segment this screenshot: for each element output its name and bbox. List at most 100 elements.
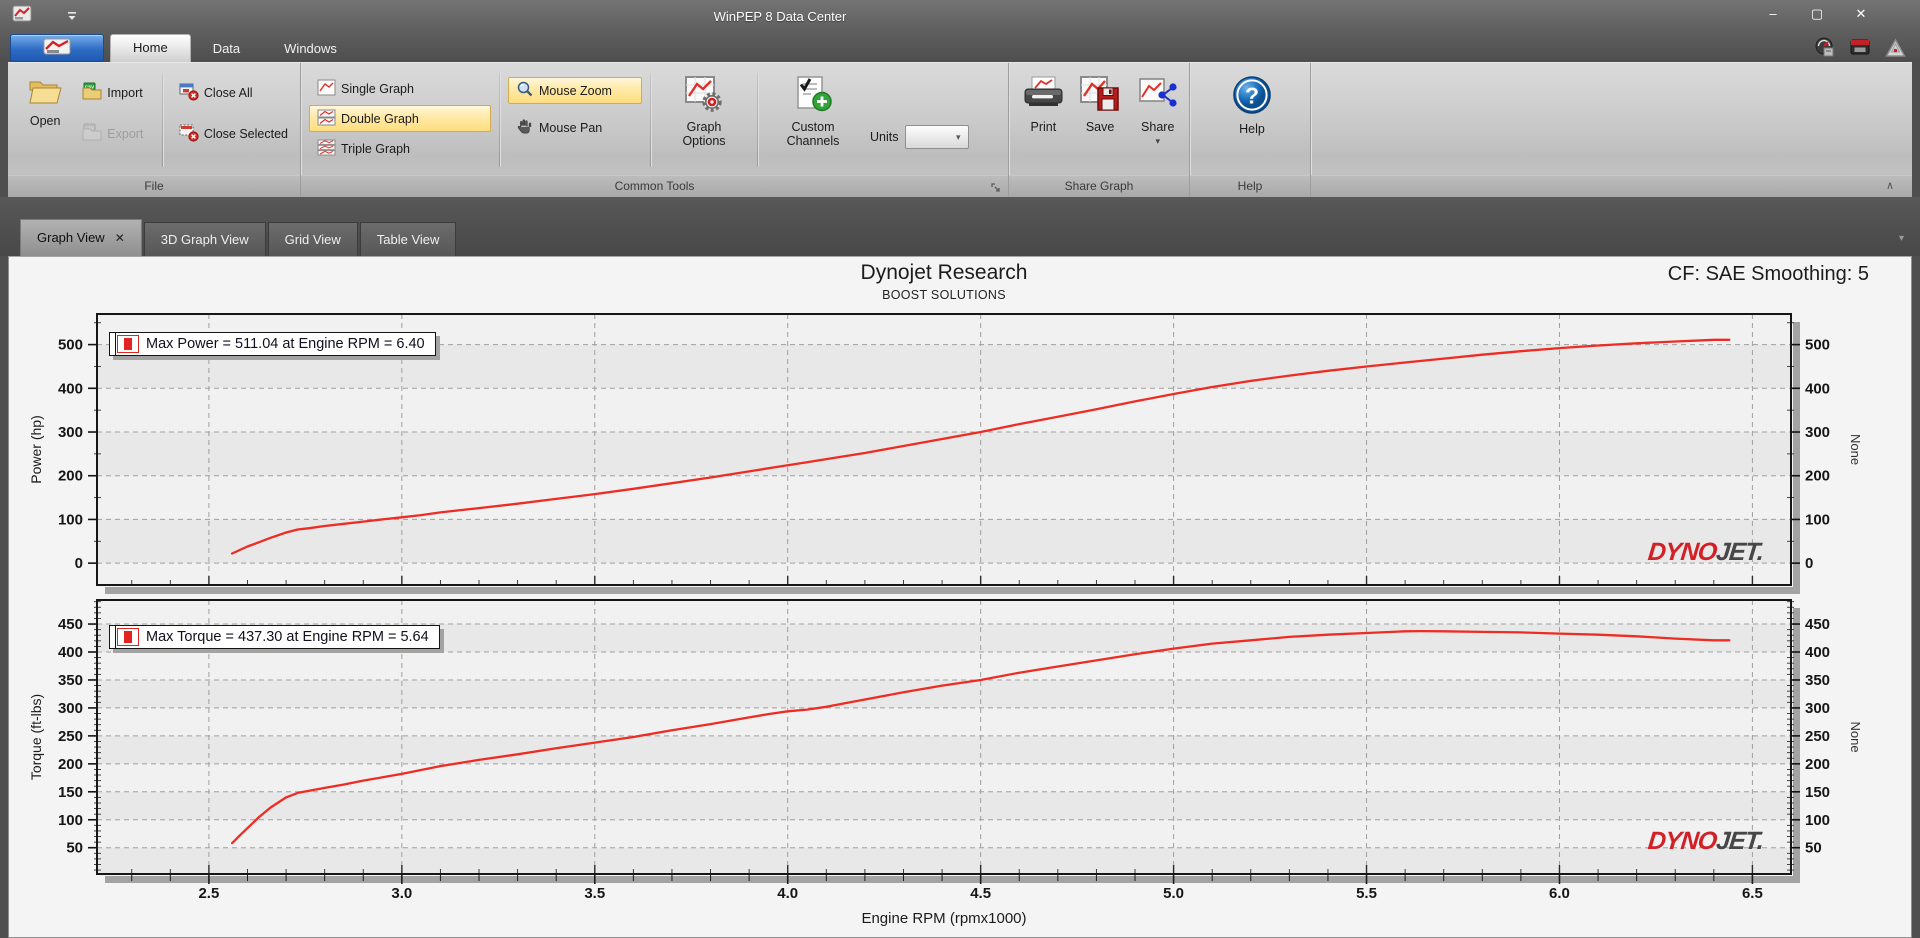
legend-grip [110,626,116,648]
warning-icon[interactable] [1885,37,1906,63]
svg-text:200: 200 [1805,756,1830,773]
ribbon-filler: ∧ [1310,63,1912,197]
close-button[interactable]: ✕ [1850,4,1872,24]
save-floppy-icon [1079,75,1121,116]
ribbon-collapse-icon[interactable]: ∧ [1886,176,1894,197]
units-dropdown[interactable]: ▾ [905,125,970,149]
custom-channels-label-line1: Custom [791,120,835,134]
svg-text:300: 300 [58,424,83,441]
graph-view-panel: Dynojet Research BOOST SOLUTIONS CF: SAE… [8,256,1912,938]
double-graph-icon [317,109,336,129]
winpep-logo-icon [43,38,71,55]
tab-grid-view-label: Grid View [284,232,341,247]
minimize-button[interactable]: – [1762,4,1784,24]
svg-text:4.5: 4.5 [970,885,991,902]
save-button[interactable]: Save [1074,67,1127,173]
power-plot: 0 0 100 100 200 200 300 300 400 400 500 500 Power (h… [28,313,1863,594]
svg-text:100: 100 [58,511,83,528]
open-button[interactable]: Open [16,67,74,173]
close-all-icon [179,82,199,104]
close-all-label: Close All [203,85,253,100]
svg-text:100: 100 [1805,812,1830,829]
y-axis-title-left: Power (hp) [28,415,44,483]
device-icon[interactable] [1849,37,1871,63]
close-selected-icon [179,123,199,145]
dynojet-logo-right: JET. [1714,538,1765,566]
share-button[interactable]: Share ▾ [1130,67,1185,173]
units-label: Units [870,130,899,144]
maximize-button[interactable]: ▢ [1806,4,1828,24]
tab-table-view-label: Table View [376,232,440,247]
svg-text:200: 200 [58,756,83,773]
triple-graph-button[interactable]: Triple Graph [309,135,491,162]
close-selected-button[interactable]: Close Selected [171,120,296,147]
help-button[interactable]: ? Help [1221,67,1283,173]
x-axis-title: Engine RPM (rpmx1000) [861,910,1026,927]
mouse-pan-button[interactable]: Mouse Pan [508,114,642,141]
mouse-pan-label: Mouse Pan [539,120,603,135]
svg-text:50: 50 [1805,840,1822,857]
graph-options-gear-icon [684,75,724,116]
units-caret-icon: ▾ [955,132,961,142]
application-menu-button[interactable] [10,34,104,62]
group-label-help: Help [1190,175,1310,197]
custom-channels-button[interactable]: Custom Channels [766,67,860,173]
svg-text:300: 300 [1805,700,1830,717]
divider [499,73,500,167]
double-graph-button[interactable]: Double Graph [309,105,491,132]
gauge-icon[interactable] [1814,37,1835,63]
save-label: Save [1085,120,1115,134]
power-legend[interactable]: Max Power = 511.04 at Engine RPM = 6.40 [109,332,436,356]
tab-close-icon[interactable]: ✕ [115,220,125,256]
ribbon-tab-windows[interactable]: Windows [262,36,359,62]
svg-text:5.5: 5.5 [1356,885,1377,902]
tab-table-view[interactable]: Table View [359,222,457,256]
mouse-zoom-button[interactable]: Mouse Zoom [508,77,642,104]
export-button[interactable]: CSV Export [74,120,154,147]
single-graph-button[interactable]: Single Graph [309,75,491,102]
tab-3d-graph-view[interactable]: 3D Graph View [143,222,266,256]
tab-graph-view-label: Graph View [37,230,105,245]
torque-legend-swatch-icon [117,628,139,646]
tab-overflow-caret-icon[interactable]: ▾ [1899,233,1904,244]
open-label: Open [29,114,61,128]
share-nodes-icon [1138,75,1178,116]
group-label-common-tools: Common Tools [301,175,1008,197]
svg-text:100: 100 [58,812,83,829]
share-label: Share [1141,120,1175,134]
ribbon-tab-data[interactable]: Data [191,36,262,62]
svg-text:250: 250 [1805,728,1830,745]
triple-graph-icon [317,139,336,159]
svg-text:400: 400 [1805,644,1830,661]
y-axis-title-left: Torque (ft-lbs) [28,694,44,780]
document-tab-bar: Graph View ✕ 3D Graph View Grid View Tab… [0,197,1920,256]
hand-icon [516,117,534,138]
ribbon-tab-home[interactable]: Home [110,34,191,62]
svg-text:6.5: 6.5 [1742,885,1763,902]
svg-text:4.0: 4.0 [777,885,798,902]
y-axis-title-right: None [1848,434,1863,465]
charts-canvas: 0 0 100 100 200 200 300 300 400 400 500 500 Power (h… [28,313,1863,927]
close-all-button[interactable]: Close All [171,79,296,106]
graph-options-button[interactable]: Graph Options [659,67,749,173]
svg-text:400: 400 [1805,380,1830,397]
tab-grid-view[interactable]: Grid View [267,222,358,256]
svg-text:300: 300 [1805,424,1830,441]
print-button[interactable]: Print [1017,67,1070,173]
window-title: WinPEP 8 Data Center [713,8,847,24]
tab-graph-view[interactable]: Graph View ✕ [20,219,142,256]
dynojet-logo-left: DYNO [1646,827,1718,855]
ribbon: Open CSV Import CSV Export Close All Clo… [8,62,1912,197]
torque-legend[interactable]: Max Torque = 437.30 at Engine RPM = 5.64 [109,625,440,649]
power-legend-label: Max Power = 511.04 at Engine RPM = 6.40 [146,336,425,352]
torque-legend-label: Max Torque = 437.30 at Engine RPM = 5.64 [146,629,429,645]
dynojet-logo: DYNOJET. [1646,827,1764,856]
svg-text:350: 350 [58,672,83,689]
group-label-file: File [8,175,300,197]
svg-text:2.5: 2.5 [198,885,219,902]
import-button[interactable]: CSV Import [74,79,154,106]
svg-text:?: ? [1245,83,1259,109]
legend-grip [110,333,116,355]
title-bar: WinPEP 8 Data Center – ▢ ✕ [0,0,1920,32]
ribbon-group-share-graph: Print Save Share ▾ Share Graph [1008,63,1189,197]
